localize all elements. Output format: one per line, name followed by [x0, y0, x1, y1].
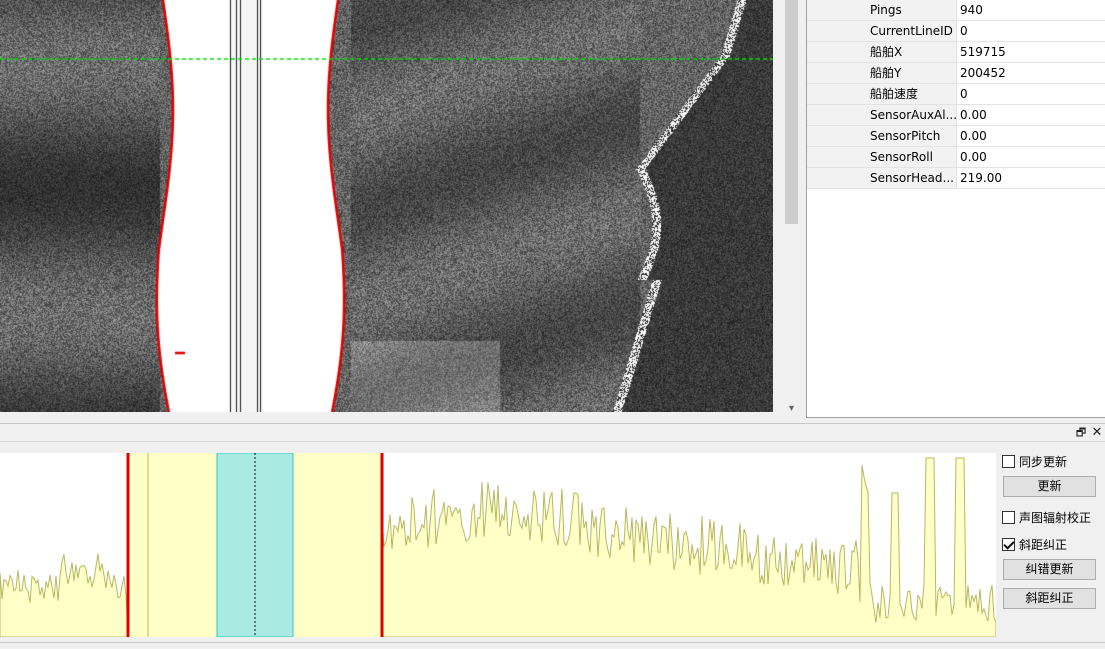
- property-value[interactable]: 219.00: [958, 168, 1105, 188]
- slant-range-correction-button[interactable]: 斜距纠正: [1003, 588, 1096, 609]
- checkbox-label: 同步更新: [1019, 454, 1068, 469]
- profile-controls: 同步更新 更新 声图辐射校正 斜距纠正 纠错更新 斜距纠正: [996, 442, 1105, 642]
- property-value[interactable]: 519715: [958, 42, 1105, 62]
- property-row[interactable]: 船舶Y 200452: [807, 63, 1105, 84]
- vertical-scrollbar[interactable]: ▾: [783, 0, 800, 417]
- property-value[interactable]: 940: [958, 0, 1105, 20]
- update-button[interactable]: 更新: [1003, 476, 1096, 497]
- property-value[interactable]: 0: [958, 84, 1105, 104]
- checkbox-box[interactable]: [1002, 454, 1015, 468]
- property-value[interactable]: 0: [958, 21, 1105, 41]
- sonar-image[interactable]: [0, 0, 773, 412]
- property-row[interactable]: 船舶速度 0: [807, 84, 1105, 105]
- scroll-down-icon[interactable]: ▾: [783, 400, 800, 417]
- property-key: SensorAuxAl...: [807, 105, 957, 125]
- sonar-waterfall-view[interactable]: [0, 0, 773, 412]
- slant-range-correction-checkbox[interactable]: 斜距纠正: [1002, 535, 1067, 553]
- property-row[interactable]: SensorRoll 0.00: [807, 147, 1105, 168]
- property-row[interactable]: 船舶X 519715: [807, 42, 1105, 63]
- checkbox-label: 声图辐射校正: [1019, 510, 1092, 525]
- close-icon[interactable]: ✕: [1090, 425, 1104, 441]
- scrollbar-thumb[interactable]: [785, 0, 798, 224]
- sync-update-checkbox[interactable]: 同步更新: [1002, 452, 1067, 470]
- property-value[interactable]: 200452: [958, 63, 1105, 83]
- property-row[interactable]: SensorHead... 219.00: [807, 168, 1105, 189]
- checkbox-box[interactable]: [1002, 537, 1015, 551]
- property-key: 船舶X: [807, 42, 957, 62]
- radiometric-correction-checkbox[interactable]: 声图辐射校正: [1002, 508, 1091, 526]
- property-value[interactable]: 0.00: [958, 105, 1105, 125]
- intensity-profile-plot[interactable]: [0, 453, 996, 637]
- dock-titlebar[interactable]: 🗗 ✕: [0, 424, 1105, 442]
- profile-svg[interactable]: [0, 453, 996, 637]
- error-correction-update-button[interactable]: 纠错更新: [1003, 559, 1096, 580]
- property-key: CurrentLineID: [807, 21, 957, 41]
- checkbox-box[interactable]: [1002, 510, 1015, 524]
- checkbox-label: 斜距纠正: [1019, 537, 1068, 552]
- property-row[interactable]: SensorPitch 0.00: [807, 126, 1105, 147]
- property-key: Pings: [807, 0, 957, 20]
- property-key: SensorPitch: [807, 126, 957, 146]
- status-strip: [0, 642, 1105, 649]
- property-row[interactable]: CurrentLineID 0: [807, 21, 1105, 42]
- property-grid: Pings 940 CurrentLineID 0 船舶X 519715 船舶Y…: [806, 0, 1105, 418]
- property-row[interactable]: Pings 940: [807, 0, 1105, 21]
- property-row[interactable]: SensorAuxAl... 0.00: [807, 105, 1105, 126]
- property-key: 船舶速度: [807, 84, 957, 104]
- float-window-icon[interactable]: 🗗: [1074, 425, 1088, 441]
- property-value[interactable]: 0.00: [958, 147, 1105, 167]
- property-key: SensorHead...: [807, 168, 957, 188]
- property-key: SensorRoll: [807, 147, 957, 167]
- property-value[interactable]: 0.00: [958, 126, 1105, 146]
- property-key: 船舶Y: [807, 63, 957, 83]
